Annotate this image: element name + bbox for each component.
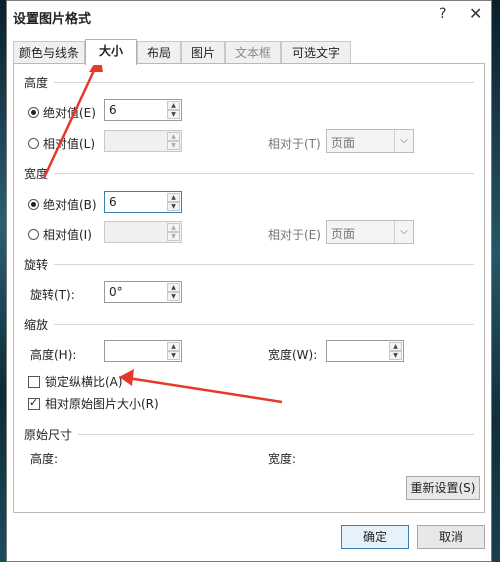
chevron-down-icon: ⌵ <box>394 221 413 243</box>
width-absolute-option[interactable]: 绝对值(B) <box>28 196 97 213</box>
tab-textbox[interactable]: 文本框 <box>225 41 281 63</box>
height-relative-radio[interactable] <box>28 138 39 149</box>
spin-up-icon[interactable]: ▲ <box>167 101 180 110</box>
spin-up-icon[interactable]: ▲ <box>167 193 180 202</box>
cancel-button[interactable]: 取消 <box>417 525 485 549</box>
chevron-down-icon: ⌵ <box>394 130 413 152</box>
lock-aspect-label: 锁定纵横比(A) <box>45 375 123 389</box>
spin-down-icon[interactable]: ▼ <box>167 232 180 241</box>
divider <box>54 82 474 83</box>
width-section-title: 宽度 <box>24 167 49 181</box>
spin-down-icon[interactable]: ▼ <box>167 202 180 211</box>
divider <box>54 324 474 325</box>
height-relative-input[interactable]: ▲ ▼ <box>104 130 182 152</box>
help-button[interactable]: ? <box>439 6 446 22</box>
tab-size[interactable]: 大小 <box>85 39 137 65</box>
height-relative-label: 相对值(L) <box>43 137 96 151</box>
relative-original-label: 相对原始图片大小(R) <box>45 397 159 411</box>
height-absolute-value: 6 <box>109 103 117 117</box>
width-relative-label: 相对值(I) <box>43 228 92 242</box>
width-absolute-label: 绝对值(B) <box>43 198 97 212</box>
scale-height-input[interactable]: ▲ ▼ <box>104 340 182 362</box>
height-section-title: 高度 <box>24 76 49 90</box>
divider <box>54 173 474 174</box>
width-absolute-input[interactable]: 6 ▲ ▼ <box>104 191 182 213</box>
spin-down-icon[interactable]: ▼ <box>167 110 180 119</box>
divider <box>78 434 474 435</box>
spin-down-icon[interactable]: ▼ <box>167 141 180 150</box>
spin-up-icon[interactable]: ▲ <box>167 283 180 292</box>
original-size-section-title: 原始尺寸 <box>24 428 73 442</box>
divider <box>54 264 474 265</box>
spin-up-icon[interactable]: ▲ <box>167 223 180 232</box>
width-relative-input[interactable]: ▲ ▼ <box>104 221 182 243</box>
scale-section-title: 缩放 <box>24 318 49 332</box>
lock-aspect-checkbox[interactable] <box>28 375 40 388</box>
spin-up-icon[interactable]: ▲ <box>389 342 402 351</box>
height-relative-to-label: 相对于(T) <box>268 137 321 151</box>
dialog-title: 设置图片格式 <box>13 12 92 27</box>
tab-layout[interactable]: 布局 <box>137 41 181 63</box>
width-relative-option[interactable]: 相对值(I) <box>28 226 92 243</box>
width-relative-to-label: 相对于(E) <box>268 228 321 242</box>
rotation-value: 0° <box>109 285 123 299</box>
lock-aspect-option[interactable]: 锁定纵横比(A) <box>28 373 123 390</box>
tab-colors-lines[interactable]: 颜色与线条 <box>13 41 85 63</box>
width-absolute-value: 6 <box>109 195 117 209</box>
width-relative-radio[interactable] <box>28 229 39 240</box>
height-absolute-input[interactable]: 6 ▲ ▼ <box>104 99 182 121</box>
size-panel: 高度 绝对值(E) 6 ▲ ▼ 相对值(L) ▲ ▼ 相对于(T) 页面 ⌵ 宽度 … <box>13 63 485 513</box>
height-relative-to-select[interactable]: 页面 ⌵ <box>326 129 414 153</box>
width-absolute-radio[interactable] <box>28 199 39 210</box>
scale-height-label: 高度(H): <box>30 348 77 362</box>
height-absolute-radio[interactable] <box>28 107 39 118</box>
rotation-label: 旋转(T): <box>30 288 75 302</box>
tab-picture[interactable]: 图片 <box>181 41 225 63</box>
original-height-label: 高度: <box>30 452 59 466</box>
relative-original-checkbox[interactable] <box>28 396 40 410</box>
relative-original-option[interactable]: 相对原始图片大小(R) <box>28 395 159 412</box>
spin-down-icon[interactable]: ▼ <box>167 292 180 301</box>
format-picture-dialog: 设置图片格式 ? ✕ 颜色与线条 大小 布局 图片 文本框 可选文字 高度 绝对… <box>6 0 492 562</box>
height-relative-option[interactable]: 相对值(L) <box>28 135 95 152</box>
rotation-input[interactable]: 0° ▲ ▼ <box>104 281 182 303</box>
background-right <box>492 0 500 562</box>
scale-width-input[interactable]: ▲ ▼ <box>326 340 404 362</box>
rotation-section-title: 旋转 <box>24 258 49 272</box>
height-relative-to-value: 页面 <box>331 136 356 150</box>
title-bar: 设置图片格式 ? ✕ <box>7 1 491 31</box>
spin-down-icon[interactable]: ▼ <box>389 351 402 360</box>
height-absolute-label: 绝对值(E) <box>43 106 96 120</box>
original-width-label: 宽度: <box>268 452 297 466</box>
spin-up-icon[interactable]: ▲ <box>167 342 180 351</box>
spin-down-icon[interactable]: ▼ <box>167 351 180 360</box>
ok-button[interactable]: 确定 <box>341 525 409 549</box>
width-relative-to-select[interactable]: 页面 ⌵ <box>326 220 414 244</box>
reset-button[interactable]: 重新设置(S) <box>406 476 480 500</box>
height-absolute-option[interactable]: 绝对值(E) <box>28 104 96 121</box>
tab-alt-text[interactable]: 可选文字 <box>281 41 351 63</box>
width-relative-to-value: 页面 <box>331 227 356 241</box>
close-button[interactable]: ✕ <box>469 4 482 23</box>
spin-up-icon[interactable]: ▲ <box>167 132 180 141</box>
scale-width-label: 宽度(W): <box>268 348 318 362</box>
